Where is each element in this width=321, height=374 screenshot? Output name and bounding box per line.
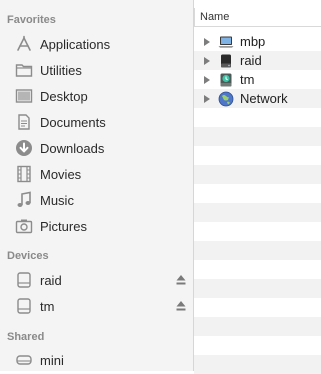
row-stripe — [194, 203, 321, 222]
row-stripe — [194, 127, 321, 146]
section-title-favorites: Favorites — [7, 14, 56, 26]
file-list: Name mbp raid tm Network — [194, 0, 321, 374]
downloads-icon — [15, 139, 33, 157]
row-stripe — [194, 279, 321, 298]
list-item-network[interactable]: Network — [194, 89, 321, 108]
sidebar-item-label: mini — [40, 352, 64, 368]
sidebar-item-label: Documents — [40, 114, 106, 130]
list-item-label: Network — [240, 91, 288, 106]
sidebar-item-label: Movies — [40, 166, 82, 182]
sidebar-item-desktop[interactable]: Desktop — [0, 83, 193, 109]
sidebar-item-label: Desktop — [40, 88, 88, 104]
eject-icon[interactable] — [176, 274, 186, 286]
sidebar-item-label: Applications — [40, 36, 111, 52]
row-stripe — [194, 317, 321, 336]
sidebar-item-applications[interactable]: Applications — [0, 31, 193, 57]
disclosure-triangle-icon[interactable] — [204, 94, 210, 103]
sidebar-item-label: raid — [40, 272, 62, 288]
pictures-icon — [15, 217, 33, 235]
sidebar-item-label: Downloads — [40, 140, 105, 156]
drive-icon — [15, 297, 33, 315]
music-icon — [15, 191, 33, 209]
server-icon — [15, 351, 33, 369]
computer-icon — [218, 34, 234, 50]
disclosure-triangle-icon[interactable] — [204, 37, 210, 46]
list-item-label: tm — [240, 72, 255, 87]
sidebar-item-downloads[interactable]: Downloads — [0, 135, 193, 161]
network-globe-icon — [218, 91, 234, 107]
sidebar-item-raid[interactable]: raid — [0, 267, 193, 293]
sidebar-item-movies[interactable]: Movies — [0, 161, 193, 187]
sidebar: Favorites Applications Utilities Desktop… — [0, 0, 194, 371]
list-item-label: raid — [240, 53, 262, 68]
disclosure-triangle-icon[interactable] — [204, 75, 210, 84]
sidebar-item-label: Music — [40, 192, 74, 208]
column-header-name[interactable]: Name — [194, 8, 321, 27]
row-stripe — [194, 241, 321, 260]
sidebar-item-mini[interactable]: mini — [0, 347, 193, 371]
row-stripe — [194, 165, 321, 184]
disclosure-triangle-icon[interactable] — [204, 56, 210, 65]
finder-window: Favorites Applications Utilities Desktop… — [0, 0, 321, 374]
drive-icon — [218, 53, 234, 69]
list-item-label: mbp — [240, 34, 266, 49]
time-machine-drive-icon — [218, 72, 234, 88]
drive-icon — [15, 271, 33, 289]
section-title-shared: Shared — [7, 331, 45, 343]
sidebar-item-label: tm — [40, 298, 55, 314]
sidebar-item-label: Pictures — [40, 218, 87, 234]
folder-icon — [15, 61, 33, 79]
list-item-mbp[interactable]: mbp — [194, 32, 321, 51]
applications-icon — [15, 35, 33, 53]
documents-icon — [15, 113, 33, 131]
row-stripe — [194, 355, 321, 374]
eject-icon[interactable] — [176, 300, 186, 312]
list-item-tm[interactable]: tm — [194, 70, 321, 89]
sidebar-item-documents[interactable]: Documents — [0, 109, 193, 135]
column-separator — [194, 8, 195, 26]
desktop-icon — [15, 87, 33, 105]
sidebar-item-utilities[interactable]: Utilities — [0, 57, 193, 83]
movies-icon — [15, 165, 33, 183]
sidebar-item-tm[interactable]: tm — [0, 293, 193, 319]
section-title-devices: Devices — [7, 250, 49, 262]
sidebar-item-pictures[interactable]: Pictures — [0, 213, 193, 239]
sidebar-item-label: Utilities — [40, 62, 82, 78]
list-item-raid[interactable]: raid — [194, 51, 321, 70]
sidebar-item-music[interactable]: Music — [0, 187, 193, 213]
column-header-label: Name — [200, 11, 230, 23]
